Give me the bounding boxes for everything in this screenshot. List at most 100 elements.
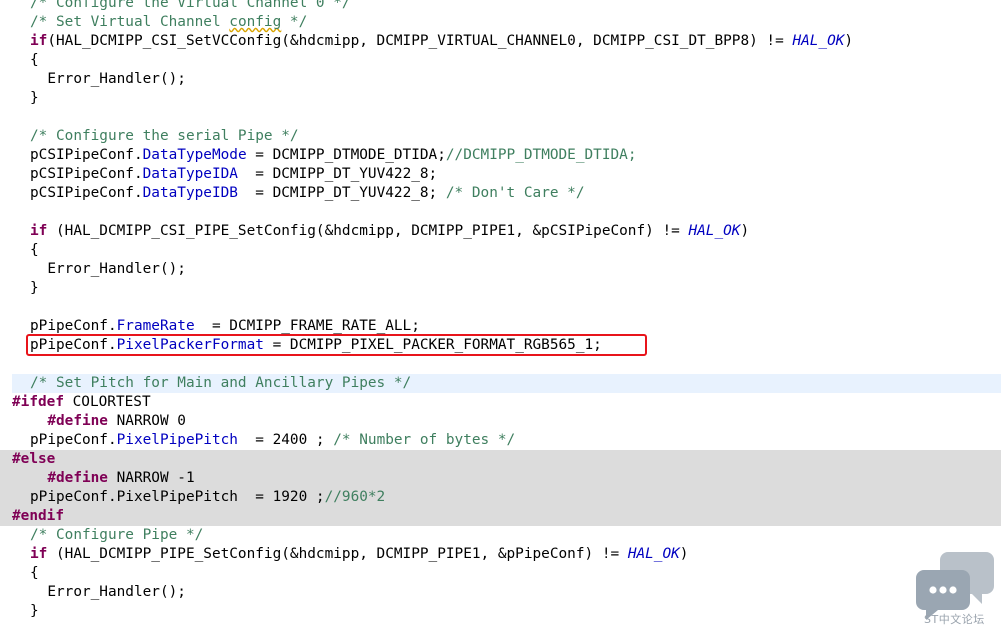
code-token: /* Number of bytes */ [333,432,516,448]
editor-gutter [0,51,12,70]
code-token: HAL_OK [792,33,845,49]
code-text: if (HAL_DCMIPP_PIPE_SetConfig(&hdcmipp, … [30,545,688,564]
editor-gutter [0,374,12,393]
code-line[interactable]: /* Set Virtual Channel config */ [0,13,1001,32]
code-token: = DCMIPP_DT_YUV422_8; [237,166,438,182]
code-token: Error_Handler(); [30,584,186,600]
editor-gutter [0,279,12,298]
code-token: } [30,603,39,619]
code-line[interactable]: /* Configure Pipe */ [0,526,1001,545]
code-line[interactable]: } [0,89,1001,108]
code-text: if(HAL_DCMIPP_CSI_SetVCConfig(&hdcmipp, … [30,32,853,51]
code-token: /* Set Virtual Channel [30,14,230,30]
code-token: ) [679,546,689,562]
editor-gutter [0,526,12,545]
code-token: ) [740,223,750,239]
code-token: = DCMIPP_DTMODE_DTIDA; [246,147,446,163]
editor-gutter [0,127,12,146]
code-line[interactable] [0,203,1001,222]
code-line[interactable]: #else [0,450,1001,469]
code-text: Error_Handler(); [30,260,186,279]
editor-gutter [0,355,12,374]
code-line[interactable]: /* Configure the Virtual Channel 0 */ [0,0,1001,13]
code-line[interactable]: pPipeConf.PixelPipePitch = 2400 ; /* Num… [0,431,1001,450]
watermark-text: ST中文论坛 [924,613,985,626]
code-text: { [30,51,39,70]
code-text: /* Configure the Virtual Channel 0 */ [30,0,351,13]
code-token: if [30,546,48,562]
code-token: if [30,223,48,239]
code-token: HAL_OK [688,223,741,239]
code-line[interactable]: Error_Handler(); [0,583,1001,602]
code-text: #endif [12,507,64,526]
code-token: PixelPipePitch [116,432,238,448]
code-token: pPipeConf. [30,318,117,334]
code-token: } [30,280,39,296]
code-token: /* Configure the serial Pipe */ [30,128,299,144]
code-token: #endif [12,508,64,524]
code-text: #define NARROW 0 [30,412,186,431]
code-text: /* Set Virtual Channel config */ [30,13,307,32]
code-token: DataTypeMode [142,147,247,163]
code-token: DataTypeIDA [142,166,238,182]
code-line[interactable]: pCSIPipeConf.DataTypeIDA = DCMIPP_DT_YUV… [0,165,1001,184]
code-text: { [30,564,39,583]
code-line[interactable]: /* Configure the serial Pipe */ [0,127,1001,146]
editor-gutter [0,165,12,184]
code-text: /* Set Pitch for Main and Ancillary Pipe… [30,374,411,393]
editor-gutter [0,583,12,602]
code-text: pPipeConf.PixelPipePitch = 2400 ; /* Num… [30,431,515,450]
code-line[interactable]: } [0,279,1001,298]
code-editor[interactable]: /* Configure the Virtual Channel 0 */ /* … [0,0,1001,634]
editor-gutter [0,146,12,165]
code-line[interactable]: } [0,602,1001,621]
editor-gutter [0,89,12,108]
code-text: #else [12,450,55,469]
editor-gutter [0,0,12,13]
code-line[interactable]: /* Set Pitch for Main and Ancillary Pipe… [0,374,1001,393]
code-line[interactable]: #define NARROW -1 [0,469,1001,488]
code-token: ) [844,33,854,49]
code-token: pCSIPipeConf. [30,147,143,163]
editor-gutter [0,431,12,450]
code-token: /* Set Pitch for Main and Ancillary Pipe… [30,375,412,391]
code-line[interactable]: pCSIPipeConf.DataTypeMode = DCMIPP_DTMOD… [0,146,1001,165]
editor-gutter [0,298,12,317]
code-line[interactable]: if (HAL_DCMIPP_PIPE_SetConfig(&hdcmipp, … [0,545,1001,564]
code-token: #else [12,451,56,467]
code-text: Error_Handler(); [30,583,186,602]
code-line[interactable]: pPipeConf.PixelPipePitch = 1920 ;//960*2 [0,488,1001,507]
code-line[interactable]: { [0,51,1001,70]
editor-gutter [0,13,12,32]
code-token: HAL_OK [627,546,680,562]
code-line[interactable]: #define NARROW 0 [0,412,1001,431]
code-text: } [30,89,39,108]
code-line[interactable]: #ifdef COLORTEST [0,393,1001,412]
code-line[interactable]: if (HAL_DCMIPP_CSI_PIPE_SetConfig(&hdcmi… [0,222,1001,241]
code-line[interactable]: if(HAL_DCMIPP_CSI_SetVCConfig(&hdcmipp, … [0,32,1001,51]
editor-gutter [0,32,12,51]
editor-gutter [0,203,12,222]
code-line[interactable] [0,298,1001,317]
code-token: FrameRate [116,318,195,334]
code-token: /* Don't Care */ [445,185,585,201]
code-line[interactable] [0,355,1001,374]
code-line[interactable]: Error_Handler(); [0,70,1001,89]
code-line[interactable]: #endif [0,507,1001,526]
editor-gutter [0,450,12,469]
code-text: pCSIPipeConf.DataTypeIDB = DCMIPP_DT_YUV… [30,184,585,203]
code-token: #define [47,413,108,429]
editor-gutter [0,260,12,279]
code-line[interactable]: pCSIPipeConf.DataTypeIDB = DCMIPP_DT_YUV… [0,184,1001,203]
code-token: = DCMIPP_DT_YUV422_8; [237,185,446,201]
code-line[interactable]: { [0,564,1001,583]
code-text: #define NARROW -1 [30,469,194,488]
editor-gutter [0,545,12,564]
editor-gutter [0,393,12,412]
code-line[interactable]: Error_Handler(); [0,260,1001,279]
code-token: (HAL_DCMIPP_PIPE_SetConfig(&hdcmipp, DCM… [47,546,628,562]
code-line[interactable]: { [0,241,1001,260]
code-text: #ifdef COLORTEST [12,393,151,412]
code-line[interactable] [0,108,1001,127]
